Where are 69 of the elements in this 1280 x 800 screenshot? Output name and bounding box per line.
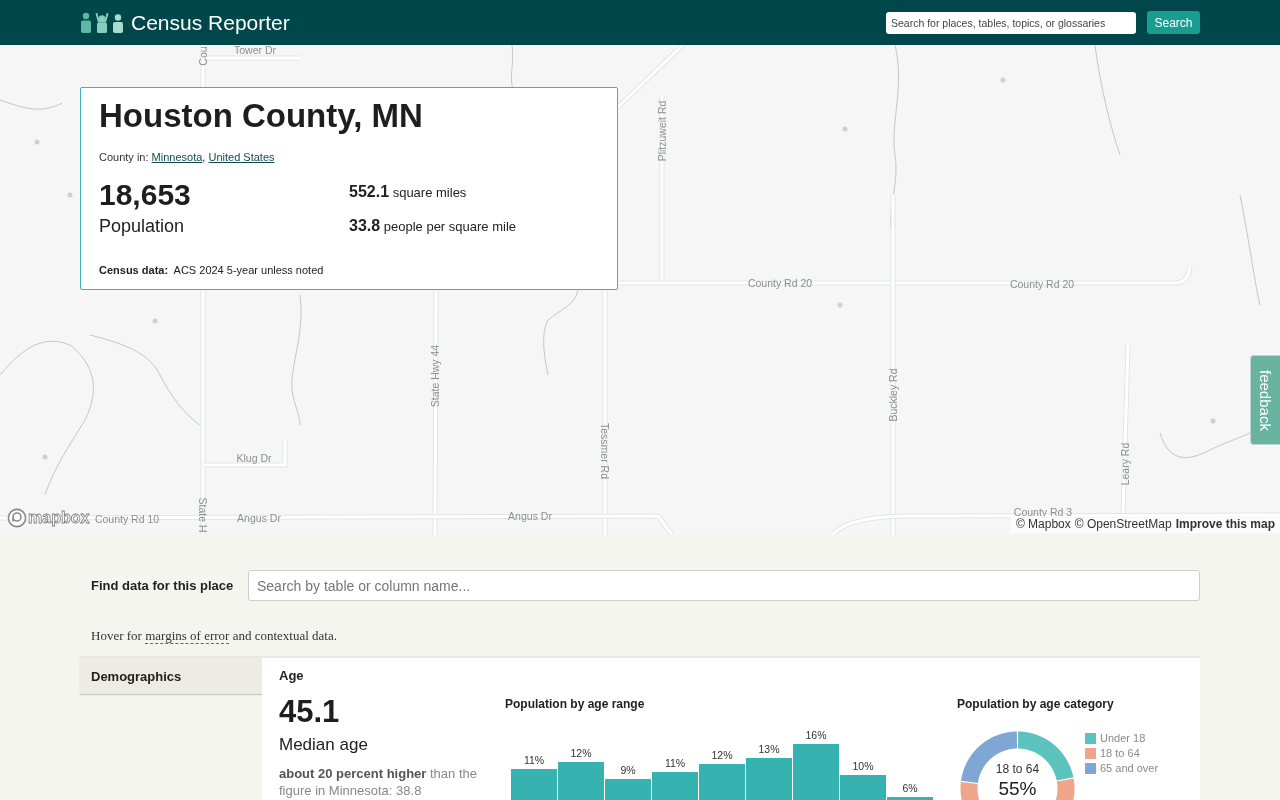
section-title: Age — [279, 667, 305, 685]
bar-value-label: 10% — [852, 760, 874, 772]
chart-title: Population by age category — [957, 696, 1115, 712]
source-note: Census data: ACS 2024 5-year unless noted — [99, 263, 325, 277]
place-link[interactable]: United States — [208, 151, 275, 163]
find-data-label: Find data for this place — [90, 578, 235, 593]
chart-bar — [652, 772, 698, 800]
road-label: County Rd 20 — [747, 277, 813, 289]
legend-label: 65 and over — [1100, 761, 1159, 776]
donut-center-label: 18 to 64 — [995, 762, 1040, 776]
pond — [152, 318, 158, 324]
median-age-label: Median age — [279, 734, 369, 756]
road-label: Angus Dr — [237, 512, 281, 524]
legend-label: 18 to 64 — [1100, 746, 1140, 761]
donut-center-value: 55% — [998, 777, 1037, 799]
population-value: 18,653 — [99, 178, 192, 212]
road-label: Tessmer Rd — [599, 423, 611, 479]
table-search-field[interactable]: Search by table or column name... — [248, 570, 1200, 601]
chart-bar — [699, 764, 745, 800]
bar-value-label: 12% — [711, 749, 733, 761]
mapbox-logo[interactable]: mapbox — [7, 508, 90, 528]
pond — [837, 302, 843, 308]
road-label: Plitzuweit Rd — [656, 100, 668, 162]
pond — [1000, 77, 1006, 83]
road-label: State H — [197, 497, 209, 533]
pond — [42, 454, 48, 460]
bar-value-label: 11% — [523, 754, 545, 766]
bar-value-label: 16% — [805, 729, 827, 741]
road-label: Angus Dr — [508, 510, 552, 522]
chart-title: Population by age range — [505, 696, 646, 712]
hover-note: Hover for margins of error and contextual data. — [90, 627, 338, 645]
median-age-value: 45.1 — [279, 694, 341, 730]
parent-places-line: County in: Minnesota, United States — [99, 150, 276, 164]
bar-value-label: 6% — [902, 782, 918, 794]
attribution-link[interactable]: © Mapbox — [1015, 517, 1071, 532]
sidebar-tab[interactable]: Demographics — [80, 658, 262, 694]
pond — [1210, 418, 1216, 424]
road-label: Tower Dr — [234, 45, 276, 56]
pond — [67, 192, 73, 198]
bar-value-label: 9% — [620, 764, 636, 776]
legend-label: Under 18 — [1100, 731, 1146, 746]
bar-value-label: 11% — [664, 757, 686, 769]
road-label: County Rd 20 — [1009, 278, 1075, 290]
attribution-link[interactable]: Improve this map — [1175, 517, 1275, 532]
road-label: County Rd 10 — [94, 513, 160, 525]
road-label: Leary Rd — [1119, 442, 1131, 486]
people-icon — [80, 12, 124, 33]
road-label: Buckley Rd — [887, 368, 899, 422]
tooltip-term[interactable]: margins of error — [145, 628, 230, 644]
place-title: Houston County, MN — [99, 96, 424, 136]
bar-value-label: 12% — [570, 747, 592, 759]
site-logo[interactable]: Census Reporter — [80, 10, 290, 35]
comparison-text: about 20 percent higher than the figure in Minnesota: 38.8 — [279, 765, 478, 799]
road-label: Klug Dr — [236, 452, 272, 464]
chart-bar — [746, 758, 792, 800]
stream — [0, 99, 63, 110]
pond — [842, 126, 848, 132]
search-field[interactable]: Search for places, tables, topics, or glossaries — [886, 11, 1136, 34]
bar-value-label: 13% — [758, 743, 780, 755]
population-label: Population — [99, 215, 186, 237]
chart-bar — [511, 769, 557, 800]
stat-text: 33.8 people per square mile — [349, 216, 517, 236]
road-label: State Hwy 44 — [429, 344, 441, 408]
stat-text: 552.1 square miles — [349, 182, 468, 202]
road-label: Cou — [197, 46, 209, 66]
circle-logo-icon — [7, 508, 27, 528]
attribution-link[interactable]: © OpenStreetMap — [1074, 517, 1172, 532]
pond — [34, 139, 40, 145]
road-label: County Rd 3 — [1013, 506, 1073, 518]
